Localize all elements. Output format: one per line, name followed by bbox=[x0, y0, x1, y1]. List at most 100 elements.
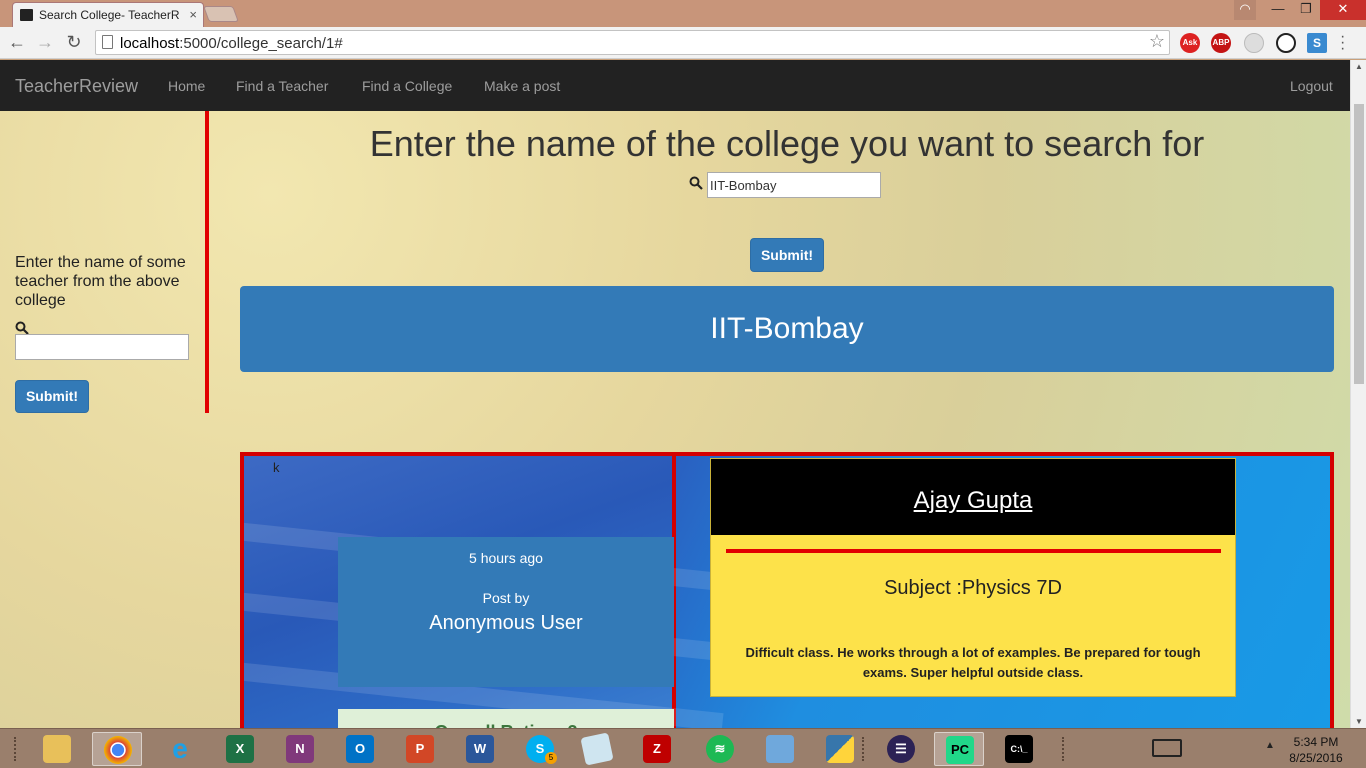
browser-toolbar: ← → ↻ localhost:5000/college_search/1# ☆… bbox=[0, 27, 1366, 59]
outlook-icon: O bbox=[346, 735, 374, 763]
site-navbar: TeacherReview Home Find a Teacher Find a… bbox=[0, 60, 1350, 111]
search-icon bbox=[15, 321, 29, 335]
browser-titlebar: Search College- TeacherR × ◠ — ❐ ✕ bbox=[0, 0, 1366, 27]
word-icon: W bbox=[466, 735, 494, 763]
show-hidden-icons-icon[interactable]: ▲ bbox=[1265, 740, 1275, 751]
ask-extension-icon[interactable]: Ask bbox=[1180, 33, 1200, 53]
review-text: Difficult class. He works through a lot … bbox=[745, 645, 1201, 680]
extension-icon[interactable] bbox=[1244, 33, 1264, 53]
scrollbar-thumb[interactable] bbox=[1354, 104, 1364, 384]
adblock-extension-icon[interactable]: ABP bbox=[1211, 33, 1231, 53]
notepad-icon bbox=[580, 732, 614, 766]
taskbar-word[interactable]: W bbox=[455, 732, 505, 766]
sidebar-divider bbox=[205, 111, 209, 413]
remote-desktop-icon bbox=[766, 735, 794, 763]
chrome-icon bbox=[104, 736, 132, 764]
page-icon bbox=[102, 35, 113, 49]
page-title: Enter the name of the college you want t… bbox=[369, 123, 1205, 164]
reload-icon[interactable]: ↻ bbox=[63, 32, 85, 54]
teacher-submit-button[interactable]: Submit! bbox=[15, 380, 89, 413]
review-divider bbox=[726, 549, 1221, 553]
scroll-down-icon[interactable]: ▼ bbox=[1355, 717, 1363, 726]
taskbar-skype[interactable]: S 5 bbox=[515, 732, 565, 766]
taskbar-eclipse[interactable]: ☰ bbox=[876, 732, 926, 766]
page-content: TeacherReview Home Find a Teacher Find a… bbox=[0, 60, 1350, 728]
browser-tab[interactable]: Search College- TeacherR × bbox=[12, 2, 204, 27]
taskbar-python[interactable] bbox=[815, 732, 865, 766]
clock-date: 8/25/2016 bbox=[1289, 751, 1343, 765]
clock-time: 5:34 PM bbox=[1293, 735, 1339, 749]
maximize-button[interactable]: ❐ bbox=[1292, 0, 1320, 20]
review-card: Ajay Gupta Subject :Physics 7D Difficult… bbox=[710, 458, 1236, 697]
system-clock[interactable]: 5:34 PM 8/25/2016 bbox=[1288, 734, 1344, 766]
taskbar-pycharm[interactable]: PC bbox=[934, 732, 984, 766]
post-meta-card: 5 hours ago Post by Anonymous User bbox=[338, 537, 674, 687]
taskbar-grip bbox=[862, 737, 866, 761]
taskbar-excel[interactable]: X bbox=[215, 732, 265, 766]
search-icon bbox=[689, 176, 703, 190]
college-name-banner: IIT-Bombay bbox=[240, 286, 1334, 372]
tab-title: Search College- TeacherR bbox=[39, 8, 180, 22]
nav-logout[interactable]: Logout bbox=[1290, 78, 1333, 94]
close-window-button[interactable]: ✕ bbox=[1320, 0, 1366, 20]
overall-rating: Overall Rating: 3 bbox=[338, 709, 674, 728]
taskbar-grip bbox=[1062, 737, 1066, 761]
taskbar-filezilla[interactable]: Z bbox=[632, 732, 682, 766]
nav-make-post[interactable]: Make a post bbox=[484, 78, 560, 94]
page-scrollbar[interactable]: ▲ ▼ bbox=[1350, 60, 1366, 728]
nav-find-college[interactable]: Find a College bbox=[362, 78, 452, 94]
teacher-search-prompt: Enter the name of some teacher from the … bbox=[15, 254, 186, 309]
pycharm-icon: PC bbox=[946, 736, 974, 764]
taskbar-internet-explorer[interactable]: e bbox=[155, 732, 205, 766]
post-meta-column: k 5 hours ago Post by Anonymous User Ove… bbox=[244, 456, 724, 728]
taskbar-powerpoint[interactable]: P bbox=[395, 732, 445, 766]
review-subject: Subject :Physics 7D bbox=[884, 577, 1062, 599]
skype-badge: 5 bbox=[545, 752, 557, 764]
onenote-icon: N bbox=[286, 735, 314, 763]
eclipse-icon: ☰ bbox=[887, 735, 915, 763]
folder-icon bbox=[43, 735, 71, 763]
post-by-label: Post by bbox=[482, 590, 530, 606]
terminal-favicon-icon bbox=[20, 9, 33, 21]
post-container: k 5 hours ago Post by Anonymous User Ove… bbox=[240, 452, 1334, 728]
taskbar-remote-desktop[interactable] bbox=[755, 732, 805, 766]
nav-home[interactable]: Home bbox=[168, 78, 205, 94]
college-search-input[interactable]: IIT-Bombay bbox=[707, 172, 881, 198]
powerpoint-icon: P bbox=[406, 735, 434, 763]
filezilla-icon: Z bbox=[643, 735, 671, 763]
url-text: localhost:5000/college_search/1# bbox=[120, 35, 343, 52]
taskbar-onenote[interactable]: N bbox=[275, 732, 325, 766]
college-submit-button[interactable]: Submit! bbox=[750, 238, 824, 272]
python-icon bbox=[826, 735, 854, 763]
teacher-name-link[interactable]: Ajay Gupta bbox=[711, 459, 1235, 535]
nav-find-teacher[interactable]: Find a Teacher bbox=[236, 78, 328, 94]
taskbar-chrome[interactable] bbox=[92, 732, 142, 766]
forward-arrow-icon[interactable]: → bbox=[34, 32, 56, 54]
command-prompt-icon: C:\_ bbox=[1005, 735, 1033, 763]
s-extension-icon[interactable]: S bbox=[1307, 33, 1327, 53]
profile-icon[interactable]: ◠ bbox=[1234, 0, 1256, 20]
internet-explorer-icon: e bbox=[172, 733, 188, 764]
browser-menu-icon[interactable]: · · · bbox=[1340, 29, 1354, 57]
clock-extension-icon[interactable] bbox=[1276, 33, 1296, 53]
taskbar-spotify[interactable]: ≋ bbox=[695, 732, 745, 766]
bookmark-star-icon[interactable]: ☆ bbox=[1149, 31, 1165, 52]
taskbar-notepad[interactable] bbox=[572, 732, 622, 766]
touch-keyboard-icon[interactable] bbox=[1152, 739, 1182, 757]
tab-close-icon[interactable]: × bbox=[189, 7, 197, 22]
post-time: 5 hours ago bbox=[469, 550, 543, 566]
spotify-icon: ≋ bbox=[706, 735, 734, 763]
brand-link[interactable]: TeacherReview bbox=[15, 76, 138, 97]
address-bar[interactable]: localhost:5000/college_search/1# ☆ bbox=[95, 30, 1170, 55]
minimize-button[interactable]: — bbox=[1264, 0, 1292, 20]
taskbar-cmd[interactable]: C:\_ bbox=[994, 732, 1044, 766]
post-marker: k bbox=[273, 460, 280, 475]
scroll-up-icon[interactable]: ▲ bbox=[1355, 62, 1363, 71]
teacher-search-input[interactable] bbox=[15, 334, 189, 360]
taskbar-outlook[interactable]: O bbox=[335, 732, 385, 766]
taskbar-file-explorer[interactable] bbox=[32, 732, 82, 766]
back-arrow-icon[interactable]: ← bbox=[6, 32, 28, 54]
windows-taskbar: e X N O P W S 5 Z ≋ ☰ PC C:\_ ▲ 5:34 PM … bbox=[0, 728, 1366, 768]
new-tab-button[interactable] bbox=[203, 6, 239, 22]
post-author: Anonymous User bbox=[429, 612, 583, 634]
